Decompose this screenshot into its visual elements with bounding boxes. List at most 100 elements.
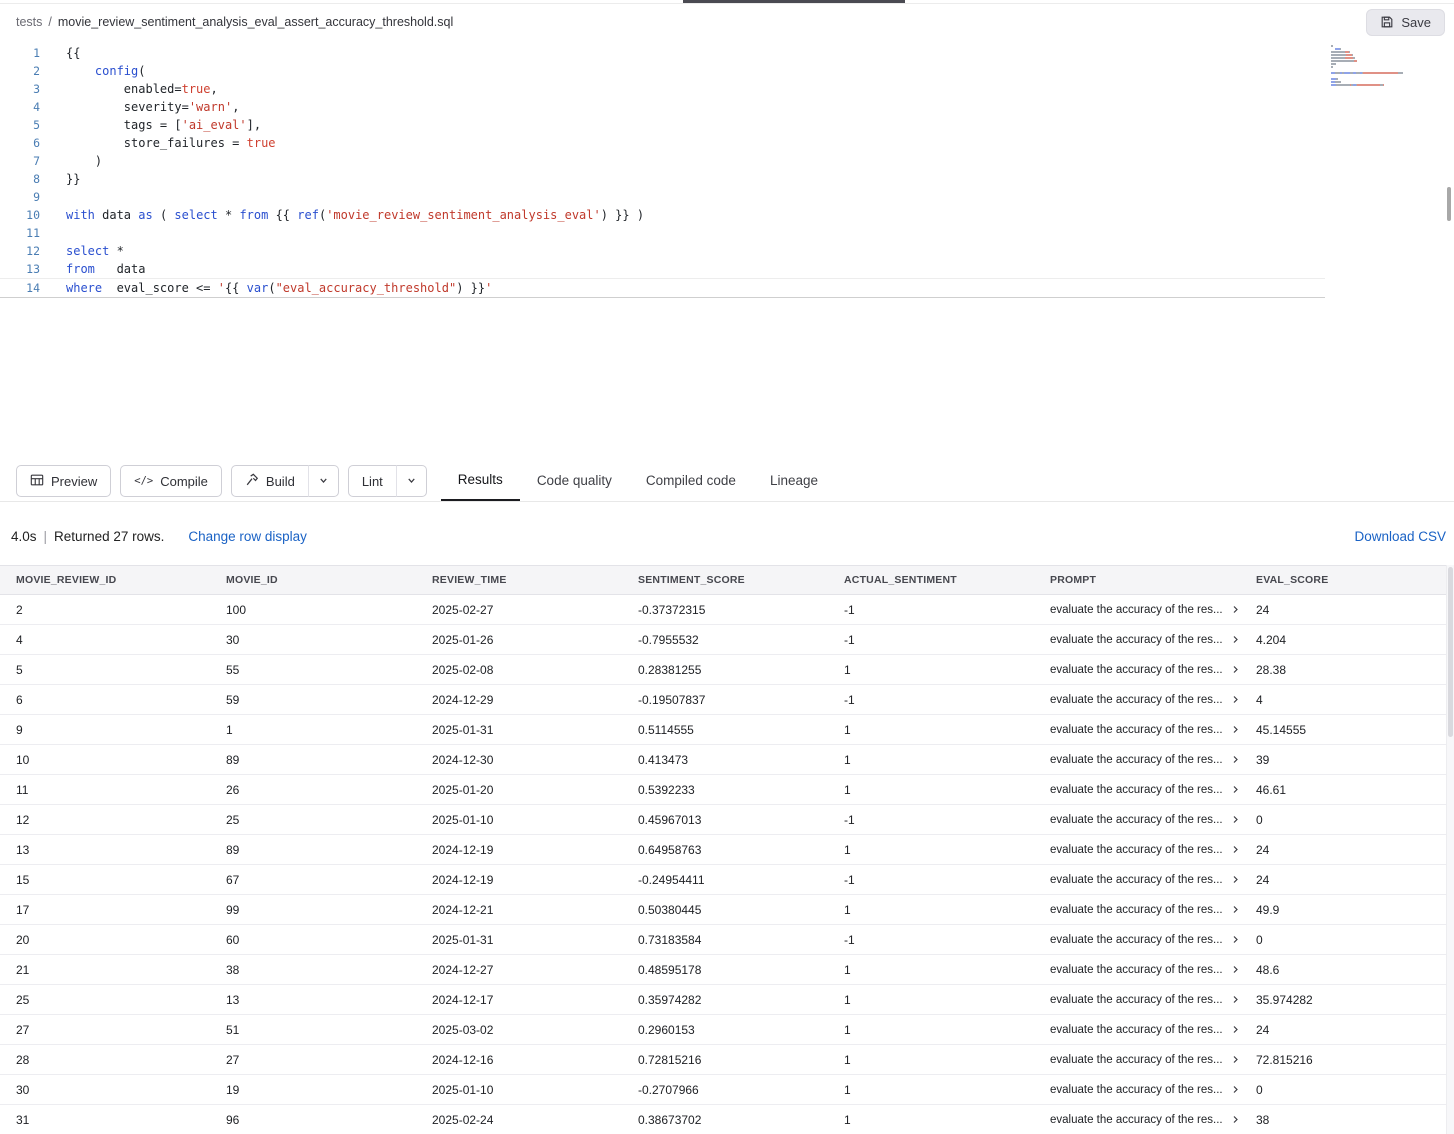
change-row-display-link[interactable]: Change row display xyxy=(188,529,307,544)
results-scrollbar-thumb[interactable] xyxy=(1448,567,1453,737)
prompt-cell[interactable]: evaluate the accuracy of the res... xyxy=(1050,1054,1256,1066)
table-cell: 1 xyxy=(844,903,1050,917)
preview-label: Preview xyxy=(51,474,97,489)
prompt-cell[interactable]: evaluate the accuracy of the res... xyxy=(1050,964,1256,976)
table-cell: 24 xyxy=(1256,1023,1454,1037)
prompt-cell[interactable]: evaluate the accuracy of the res... xyxy=(1050,934,1256,946)
code-line[interactable]: 11 xyxy=(0,224,1454,242)
prompt-cell[interactable]: evaluate the accuracy of the res... xyxy=(1050,784,1256,796)
prompt-cell[interactable]: evaluate the accuracy of the res... xyxy=(1050,754,1256,766)
code-line[interactable]: 1{{ xyxy=(0,44,1454,62)
prompt-text: evaluate the accuracy of the res... xyxy=(1050,724,1223,736)
table-row[interactable]: 5552025-02-080.283812551evaluate the acc… xyxy=(0,655,1454,685)
table-cell: -0.19507837 xyxy=(638,693,844,707)
compile-button[interactable]: </> Compile xyxy=(120,465,222,497)
save-button[interactable]: Save xyxy=(1366,9,1445,36)
expand-prompt-icon[interactable] xyxy=(1231,814,1240,825)
code-line[interactable]: 3 enabled=true, xyxy=(0,80,1454,98)
prompt-cell[interactable]: evaluate the accuracy of the res... xyxy=(1050,844,1256,856)
tab-results[interactable]: Results xyxy=(441,459,520,501)
table-row[interactable]: 31962025-02-240.386737021evaluate the ac… xyxy=(0,1105,1454,1134)
build-button[interactable]: Build xyxy=(231,465,309,497)
prompt-cell[interactable]: evaluate the accuracy of the res... xyxy=(1050,1024,1256,1036)
table-row[interactable]: 25132024-12-170.359742821evaluate the ac… xyxy=(0,985,1454,1015)
expand-prompt-icon[interactable] xyxy=(1231,904,1240,915)
expand-prompt-icon[interactable] xyxy=(1231,784,1240,795)
tab-lineage-label: Lineage xyxy=(770,473,818,488)
prompt-cell[interactable]: evaluate the accuracy of the res... xyxy=(1050,904,1256,916)
table-row[interactable]: 17992024-12-210.503804451evaluate the ac… xyxy=(0,895,1454,925)
expand-prompt-icon[interactable] xyxy=(1231,964,1240,975)
tab-code-quality[interactable]: Code quality xyxy=(520,459,629,501)
editor-scrollbar[interactable] xyxy=(1447,187,1451,221)
build-dropdown-button[interactable] xyxy=(308,465,339,497)
prompt-cell[interactable]: evaluate the accuracy of the res... xyxy=(1050,724,1256,736)
expand-prompt-icon[interactable] xyxy=(1231,694,1240,705)
lint-button[interactable]: Lint xyxy=(348,465,397,497)
breadcrumb-folder[interactable]: tests xyxy=(16,15,42,29)
code-editor[interactable]: 1{{2 config(3 enabled=true,4 severity='w… xyxy=(0,40,1454,459)
expand-prompt-icon[interactable] xyxy=(1231,874,1240,885)
expand-prompt-icon[interactable] xyxy=(1231,934,1240,945)
table-cell: 0.413473 xyxy=(638,753,844,767)
expand-prompt-icon[interactable] xyxy=(1231,1054,1240,1065)
expand-prompt-icon[interactable] xyxy=(1231,1024,1240,1035)
table-row[interactable]: 27512025-03-020.29601531evaluate the acc… xyxy=(0,1015,1454,1045)
code-line[interactable]: 7 ) xyxy=(0,152,1454,170)
expand-prompt-icon[interactable] xyxy=(1231,1084,1240,1095)
prompt-cell[interactable]: evaluate the accuracy of the res... xyxy=(1050,994,1256,1006)
column-header-actual-sentiment: ACTUAL_SENTIMENT xyxy=(844,574,1050,586)
prompt-cell[interactable]: evaluate the accuracy of the res... xyxy=(1050,1084,1256,1096)
expand-prompt-icon[interactable] xyxy=(1231,634,1240,645)
table-row[interactable]: 912025-01-310.51145551evaluate the accur… xyxy=(0,715,1454,745)
prompt-cell[interactable]: evaluate the accuracy of the res... xyxy=(1050,664,1256,676)
tab-compiled-code[interactable]: Compiled code xyxy=(629,459,753,501)
table-cell: 1 xyxy=(226,723,432,737)
code-line[interactable]: 2 config( xyxy=(0,62,1454,80)
prompt-cell[interactable]: evaluate the accuracy of the res... xyxy=(1050,874,1256,886)
prompt-cell[interactable]: evaluate the accuracy of the res... xyxy=(1050,814,1256,826)
expand-prompt-icon[interactable] xyxy=(1231,664,1240,675)
minimap[interactable] xyxy=(1331,45,1445,87)
code-line[interactable]: 9 xyxy=(0,188,1454,206)
download-csv-link[interactable]: Download CSV xyxy=(1354,529,1446,544)
results-scrollbar[interactable] xyxy=(1446,565,1454,1134)
table-row[interactable]: 30192025-01-10-0.27079661evaluate the ac… xyxy=(0,1075,1454,1105)
table-row[interactable]: 10892024-12-300.4134731evaluate the accu… xyxy=(0,745,1454,775)
prompt-text: evaluate the accuracy of the res... xyxy=(1050,634,1223,646)
lint-dropdown-button[interactable] xyxy=(396,465,427,497)
prompt-cell[interactable]: evaluate the accuracy of the res... xyxy=(1050,1114,1256,1126)
expand-prompt-icon[interactable] xyxy=(1231,1114,1240,1125)
expand-prompt-icon[interactable] xyxy=(1231,724,1240,735)
expand-prompt-icon[interactable] xyxy=(1231,844,1240,855)
code-line[interactable]: 10with data as ( select * from {{ ref('m… xyxy=(0,206,1454,224)
table-row[interactable]: 12252025-01-100.45967013-1evaluate the a… xyxy=(0,805,1454,835)
minimap-line xyxy=(1331,48,1445,50)
code-line[interactable]: 5 tags = ['ai_eval'], xyxy=(0,116,1454,134)
table-row[interactable]: 21002025-02-27-0.37372315-1evaluate the … xyxy=(0,595,1454,625)
table-row[interactable]: 28272024-12-160.728152161evaluate the ac… xyxy=(0,1045,1454,1075)
prompt-cell[interactable]: evaluate the accuracy of the res... xyxy=(1050,694,1256,706)
table-row[interactable]: 20602025-01-310.73183584-1evaluate the a… xyxy=(0,925,1454,955)
preview-button[interactable]: Preview xyxy=(16,465,111,497)
code-line[interactable]: 8}} xyxy=(0,170,1454,188)
table-row[interactable]: 13892024-12-190.649587631evaluate the ac… xyxy=(0,835,1454,865)
code-line[interactable]: 4 severity='warn', xyxy=(0,98,1454,116)
code-line[interactable]: 12select * xyxy=(0,242,1454,260)
prompt-cell[interactable]: evaluate the accuracy of the res... xyxy=(1050,604,1256,616)
code-line[interactable]: 13from data xyxy=(0,260,1454,278)
table-row[interactable]: 6592024-12-29-0.19507837-1evaluate the a… xyxy=(0,685,1454,715)
table-row[interactable]: 15672024-12-19-0.24954411-1evaluate the … xyxy=(0,865,1454,895)
expand-prompt-icon[interactable] xyxy=(1231,994,1240,1005)
code-line[interactable]: 6 store_failures = true xyxy=(0,134,1454,152)
table-row[interactable]: 4302025-01-26-0.7955532-1evaluate the ac… xyxy=(0,625,1454,655)
table-row[interactable]: 11262025-01-200.53922331evaluate the acc… xyxy=(0,775,1454,805)
table-row[interactable]: 21382024-12-270.485951781evaluate the ac… xyxy=(0,955,1454,985)
expand-prompt-icon[interactable] xyxy=(1231,604,1240,615)
expand-prompt-icon[interactable] xyxy=(1231,754,1240,765)
code-line[interactable]: 14where eval_score <= '{{ var("eval_accu… xyxy=(0,278,1325,298)
code-lines[interactable]: 1{{2 config(3 enabled=true,4 severity='w… xyxy=(0,44,1454,298)
prompt-cell[interactable]: evaluate the accuracy of the res... xyxy=(1050,634,1256,646)
tab-lineage[interactable]: Lineage xyxy=(753,459,835,501)
table-cell: 2025-01-20 xyxy=(432,783,638,797)
